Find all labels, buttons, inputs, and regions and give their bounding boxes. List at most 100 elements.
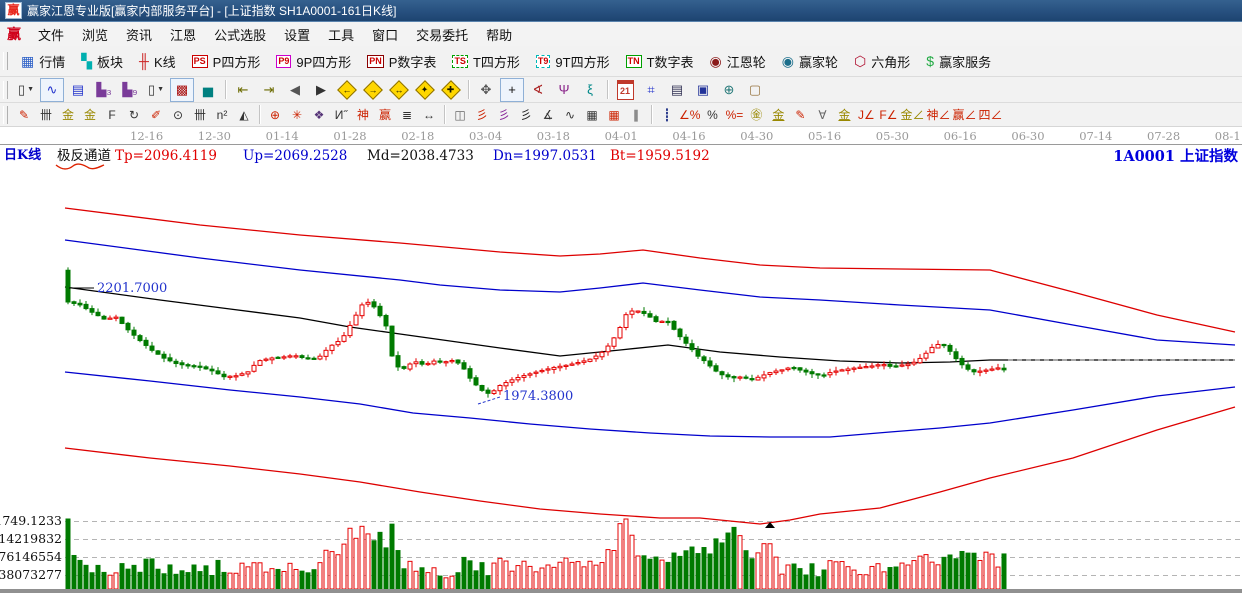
stat-bars-button[interactable]: ┋ <box>656 104 678 125</box>
gann-fan-red-icon: 彡 <box>475 107 488 122</box>
gold-circle-button[interactable]: ㊎ <box>745 104 767 125</box>
spiral-button[interactable]: ↻ <box>123 104 145 125</box>
gann-fan-dark-button[interactable]: 彡 <box>515 104 537 125</box>
quotes-button[interactable]: ▦ 行情 <box>13 48 73 74</box>
grid-red-button[interactable]: ▦ <box>603 104 625 125</box>
menu-item-help[interactable]: 帮助 <box>477 23 521 46</box>
zoom-all-button[interactable]: ✚ <box>439 78 463 102</box>
angle-measure-button[interactable]: ∢ <box>526 78 550 102</box>
zigzag-button[interactable]: ∿ <box>559 104 581 125</box>
chart-canvas[interactable]: 12-16 12-30 01-14 01-28 02-18 03-04 03-18 04-01… <box>0 127 1242 593</box>
minichart-3-button[interactable]: ▙₃ <box>92 78 116 102</box>
f-angle-button[interactable]: F∠ <box>877 104 899 125</box>
ruler-123-button[interactable]: ≣ <box>396 104 418 125</box>
zoom-left-button[interactable]: ← <box>335 78 359 102</box>
gann-tool-button[interactable]: Ψ <box>552 78 576 102</box>
win-grid-button[interactable]: 赢 <box>374 104 396 125</box>
gann-wheel-button[interactable]: ◉ 江恩轮 <box>702 48 774 74</box>
cup-tool-button[interactable]: ∀ <box>811 104 833 125</box>
9p-square-button[interactable]: P9 9P四方形 <box>268 48 359 74</box>
volume-profile-button[interactable]: ▅ <box>196 78 220 102</box>
percent-line-button[interactable]: %= <box>723 104 745 125</box>
pen-chart-button[interactable]: ✐ <box>145 104 167 125</box>
menu-item-window[interactable]: 窗口 <box>363 23 407 46</box>
9t-square-button[interactable]: T9 9T四方形 <box>528 48 618 74</box>
draw-pen-button[interactable]: ✎ <box>13 104 35 125</box>
toolbar-separator <box>468 80 469 99</box>
four-angle-button[interactable]: 四∠ <box>977 104 1003 125</box>
gann-fan-red-button[interactable]: 彡 <box>471 104 493 125</box>
gann-fan-box-button[interactable]: 彡 <box>493 104 515 125</box>
parallel-lines-button[interactable]: ∥ <box>625 104 647 125</box>
first-page-button[interactable]: ⇤ <box>231 78 255 102</box>
calendar-button[interactable]: 21 <box>613 78 637 102</box>
gold-levels-button[interactable]: 金 <box>767 104 789 125</box>
wave-tool-button[interactable]: ξ <box>578 78 602 102</box>
zoom-right-button[interactable]: → <box>361 78 385 102</box>
star-grid-button[interactable]: ✳ <box>286 104 308 125</box>
angle-ruler-button[interactable]: ◭ <box>233 104 255 125</box>
shen-grid-button[interactable]: 神 <box>352 104 374 125</box>
net-refresh-button[interactable]: ⊕ <box>717 78 741 102</box>
last-page-button[interactable]: ⇥ <box>257 78 281 102</box>
p-square-button[interactable]: PS P四方形 <box>184 48 269 74</box>
win-grid-icon: 赢 <box>378 107 391 122</box>
pattern-red-button[interactable]: ▩ <box>170 77 194 102</box>
minichart-9-button[interactable]: ▙₉ <box>118 78 142 102</box>
page-next-button[interactable]: ▶ <box>309 78 333 102</box>
j-angle-button[interactable]: J∠ <box>855 104 877 125</box>
pen-mark-button[interactable]: ✎ <box>789 104 811 125</box>
box-select-button[interactable]: ◫ <box>449 104 471 125</box>
kline-button[interactable]: ╫ K线 <box>131 48 184 74</box>
shen-angle-button[interactable]: 神∠ <box>925 104 951 125</box>
candle-style-button[interactable]: ▯ ▼ <box>144 78 168 102</box>
zoom-horizontal-button[interactable]: ↔ <box>387 78 411 102</box>
hexagon-button[interactable]: ⬡ 六角形 <box>846 48 918 74</box>
angle-lines-button[interactable]: ∡ <box>537 104 559 125</box>
fibo-grid-button[interactable]: F <box>101 104 123 125</box>
gold-under-button[interactable]: 金 <box>833 104 855 125</box>
k-marks-button[interactable]: И˝ <box>330 104 352 125</box>
gold-angle-button[interactable]: 金∠ <box>899 104 925 125</box>
win-angle-icon: 赢∠ <box>952 107 977 122</box>
menu-item-settings[interactable]: 设置 <box>275 23 319 46</box>
drag-hand-button[interactable]: ✥ <box>474 78 498 102</box>
gold-grid-2-button[interactable]: 金 <box>79 104 101 125</box>
crosshair-button[interactable]: + <box>500 77 524 102</box>
menu-item-tools[interactable]: 工具 <box>319 23 363 46</box>
win-angle-button[interactable]: 赢∠ <box>951 104 977 125</box>
f10-info-button[interactable]: ▤ <box>66 78 90 102</box>
menu-item-trade[interactable]: 交易委托 <box>407 23 477 46</box>
gann-fence-button[interactable]: 卌 <box>35 104 57 125</box>
target-cross-button[interactable]: ⊕ <box>264 104 286 125</box>
angle-percent-button[interactable]: ∠% <box>678 104 701 125</box>
t-square-button[interactable]: TS T四方形 <box>444 48 527 74</box>
zoom-out-button[interactable]: ✦ <box>413 78 437 102</box>
menu-item-gann[interactable]: 江恩 <box>161 23 205 46</box>
trend-scribble-button[interactable]: ∿ <box>40 77 64 102</box>
menu-item-browse[interactable]: 浏览 <box>73 23 117 46</box>
cycle-circle-button[interactable]: ⊙ <box>167 104 189 125</box>
winner-wheel-button[interactable]: ◉ 赢家轮 <box>774 48 846 74</box>
percent-button[interactable]: % <box>701 104 723 125</box>
save-button[interactable]: ▣ <box>691 78 715 102</box>
winner-service-button[interactable]: $ 赢家服务 <box>918 48 999 74</box>
gold-grid-1-button[interactable]: 金 <box>57 104 79 125</box>
n-square-button[interactable]: n² <box>211 104 233 125</box>
notes-button[interactable]: ▤ <box>665 78 689 102</box>
grid-small-button[interactable]: ▦ <box>581 104 603 125</box>
calculator-button[interactable]: ⌗ <box>639 78 663 102</box>
menu-item-formula-stock[interactable]: 公式选股 <box>205 23 275 46</box>
p-table-button[interactable]: PN P数字表 <box>359 48 444 74</box>
sectors-button[interactable]: ▚ 板块 <box>73 48 131 74</box>
h-measure-button[interactable]: ↔ <box>418 104 440 125</box>
kline-period-button[interactable]: ▯ ▼ <box>14 78 38 102</box>
menu-item-file[interactable]: 文件 <box>29 23 73 46</box>
workstation-button[interactable]: ▢ <box>743 78 767 102</box>
menu-item-news[interactable]: 资讯 <box>117 23 161 46</box>
page-prev-button[interactable]: ◀ <box>283 78 307 102</box>
fence-2-button[interactable]: 卌 <box>189 104 211 125</box>
draw-pen-icon: ✎ <box>18 107 30 122</box>
web-grid-button[interactable]: ❖ <box>308 104 330 125</box>
t-table-button[interactable]: TN T数字表 <box>618 48 702 74</box>
